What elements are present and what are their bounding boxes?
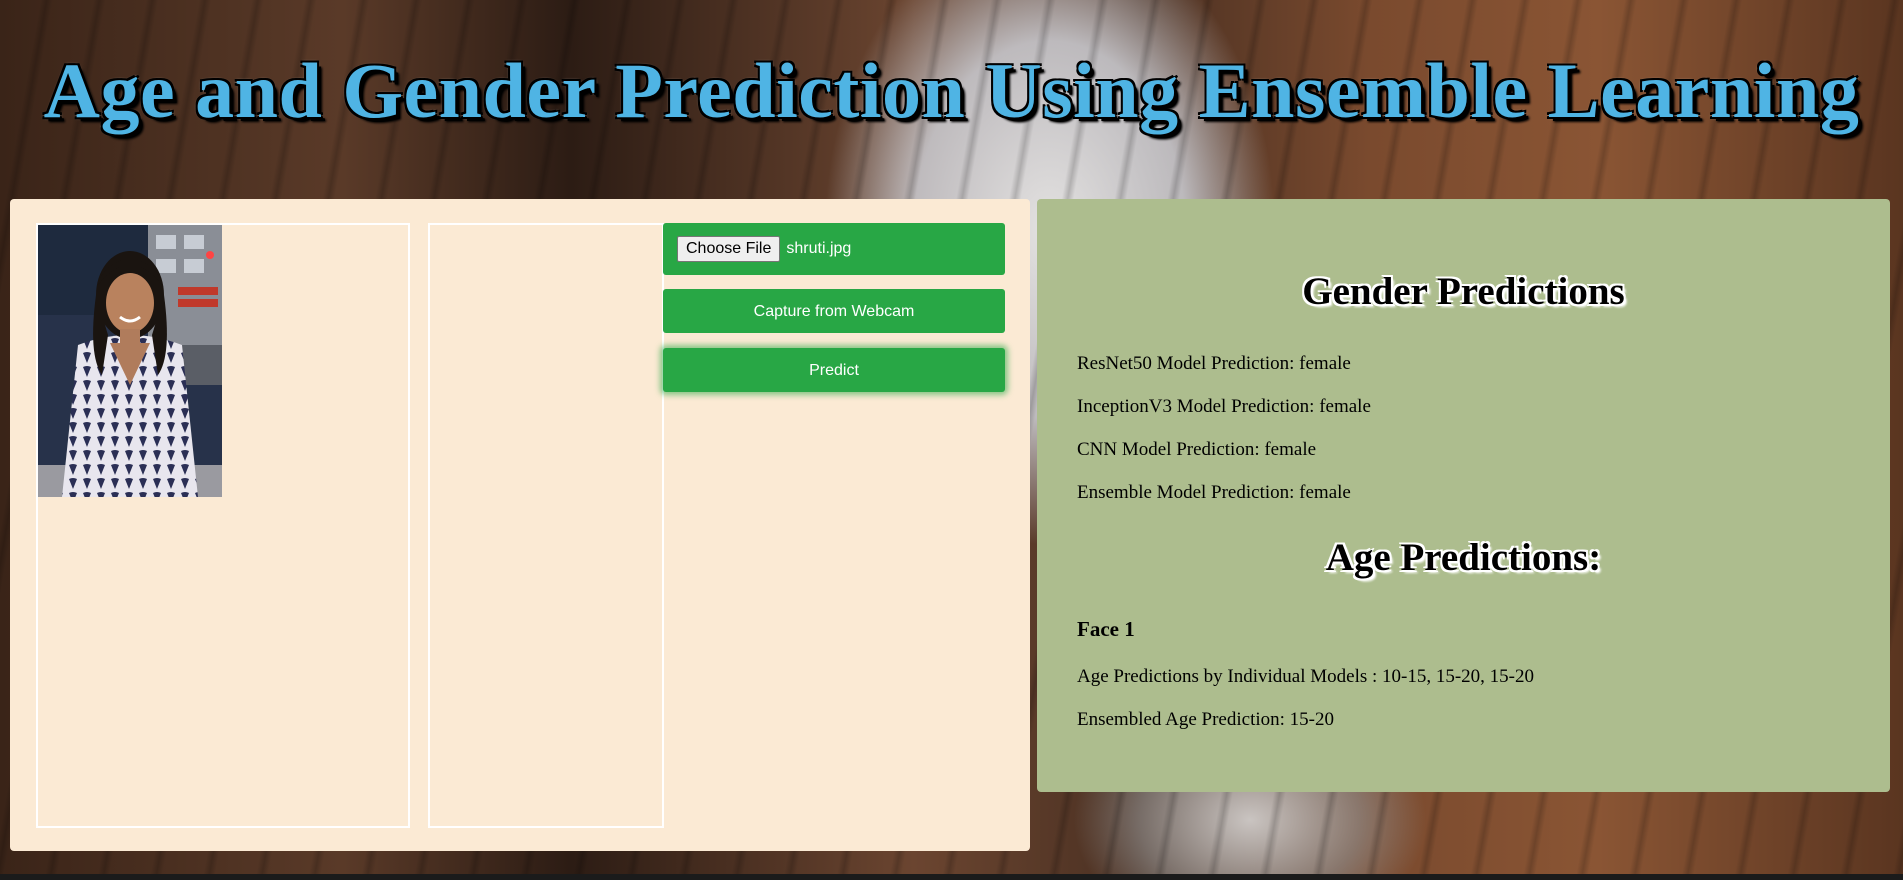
gender-predictions-heading: Gender Predictions (1302, 270, 1625, 313)
choose-file-button[interactable]: Choose File (677, 236, 781, 262)
uploaded-image-frame (36, 223, 410, 828)
predict-button[interactable]: Predict (663, 348, 1005, 392)
face-label: Face 1 (1077, 617, 1135, 641)
gender-prediction-cnn: CNN Model Prediction: female (1077, 439, 1317, 460)
page-title: Age and Gender Prediction Using Ensemble… (43, 47, 1860, 134)
age-prediction-ensembled: Ensembled Age Prediction: 15-20 (1077, 709, 1334, 730)
controls: Choose File shruti.jpg Capture from Webc… (663, 223, 1005, 392)
capture-webcam-button[interactable]: Capture from Webcam (663, 289, 1005, 333)
bottom-bar (0, 874, 1903, 880)
gender-prediction-resnet50: ResNet50 Model Prediction: female (1077, 353, 1351, 374)
gender-prediction-inceptionv3: InceptionV3 Model Prediction: female (1077, 396, 1371, 417)
file-upload-field[interactable]: Choose File shruti.jpg (663, 223, 1005, 275)
uploaded-photo (38, 225, 222, 497)
webcam-preview-frame (428, 223, 664, 828)
results-panel: Gender Predictions ResNet50 Model Predic… (1037, 199, 1890, 792)
selected-file-name: shruti.jpg (786, 240, 852, 257)
age-predictions-heading: Age Predictions: (1325, 536, 1602, 579)
age-prediction-individual: Age Predictions by Individual Models : 1… (1077, 666, 1535, 687)
input-panel: Choose File shruti.jpg Capture from Webc… (10, 199, 1030, 851)
gender-prediction-ensemble: Ensemble Model Prediction: female (1077, 482, 1351, 503)
